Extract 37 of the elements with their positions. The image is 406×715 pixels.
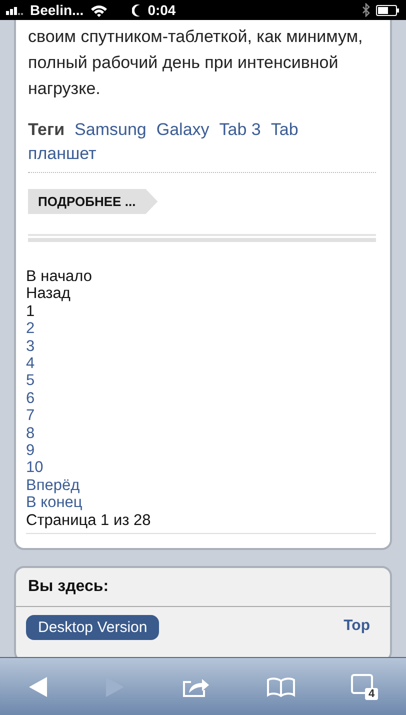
page-link[interactable]: 5 xyxy=(26,372,35,390)
page-label: Назад xyxy=(26,285,70,303)
tag-link[interactable]: планшет xyxy=(28,142,96,166)
page-link[interactable]: Вперёд xyxy=(26,476,80,494)
more-button[interactable]: ПОДРОБНЕЕ ... xyxy=(28,189,158,214)
page-link[interactable]: 4 xyxy=(26,355,35,372)
article-text: полный рабочий день при интенсивной xyxy=(28,52,340,74)
page-label: 1 xyxy=(26,302,35,320)
desktop-version-button[interactable]: Desktop Version xyxy=(26,615,160,640)
tag-link[interactable]: Galaxy xyxy=(156,118,210,142)
page-info: Страница 1 из 28 xyxy=(26,512,376,534)
carrier-name: Beelin... xyxy=(30,2,84,18)
article-text: своим спутником-таблеткой, как минимум, xyxy=(28,26,364,48)
page-link[interactable]: В конец xyxy=(26,494,82,512)
bluetooth-icon xyxy=(362,3,370,17)
tag-link[interactable]: Tab xyxy=(270,118,298,142)
page-link[interactable]: 6 xyxy=(26,390,35,408)
tags-label: Теги xyxy=(28,119,65,141)
tag-link[interactable]: Samsung xyxy=(74,118,146,142)
bookmarks-button[interactable] xyxy=(266,676,296,696)
battery-icon xyxy=(376,4,400,16)
top-link[interactable]: Top xyxy=(344,617,370,634)
wifi-icon xyxy=(90,4,108,16)
page-link[interactable]: 3 xyxy=(26,338,35,356)
page-link[interactable]: 2 xyxy=(26,320,35,338)
tag-link[interactable]: Tab 3 xyxy=(219,118,261,142)
page-label: В начало xyxy=(26,268,92,286)
page-link[interactable]: 9 xyxy=(26,442,35,460)
breadcrumb-title: Вы здесь: xyxy=(16,568,390,608)
signal-icon xyxy=(6,5,24,15)
article-text: нагрузке. xyxy=(28,78,102,100)
moon-icon xyxy=(132,4,142,16)
clock-time: 0:04 xyxy=(148,2,176,18)
page-link[interactable]: 8 xyxy=(26,424,35,442)
page-link[interactable]: 10 xyxy=(26,459,44,477)
page-link[interactable]: 7 xyxy=(26,407,35,425)
back-button[interactable] xyxy=(27,676,50,698)
